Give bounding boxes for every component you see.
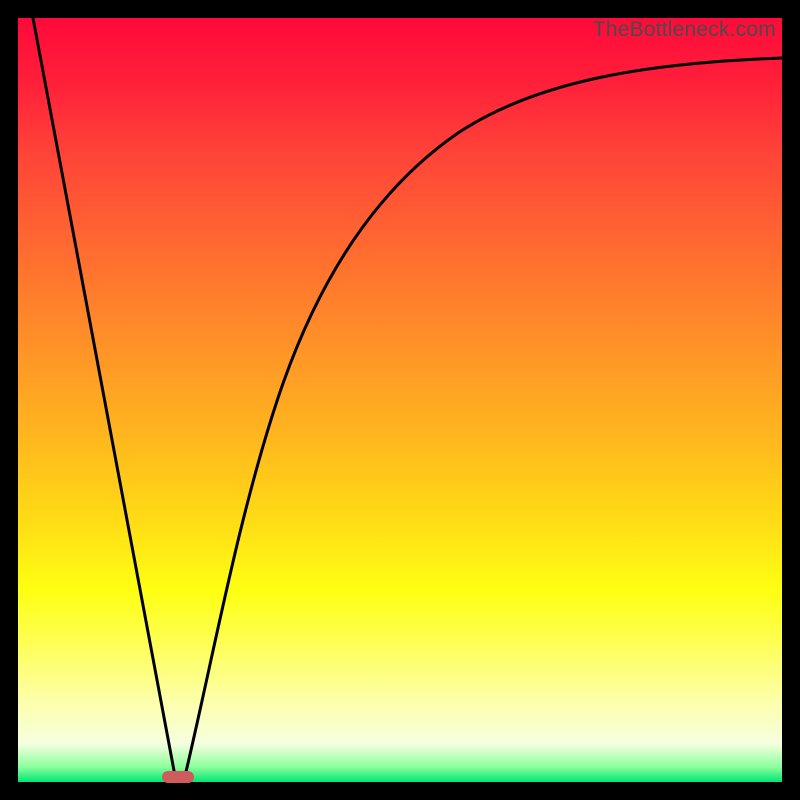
bottleneck-curve bbox=[18, 18, 782, 782]
curve-left-branch bbox=[33, 18, 175, 776]
valley-marker bbox=[162, 771, 194, 783]
curve-right-branch bbox=[185, 58, 782, 776]
chart-frame: TheBottleneck.com bbox=[18, 18, 782, 782]
watermark-text: TheBottleneck.com bbox=[593, 18, 776, 42]
plot-area: TheBottleneck.com bbox=[18, 18, 782, 782]
